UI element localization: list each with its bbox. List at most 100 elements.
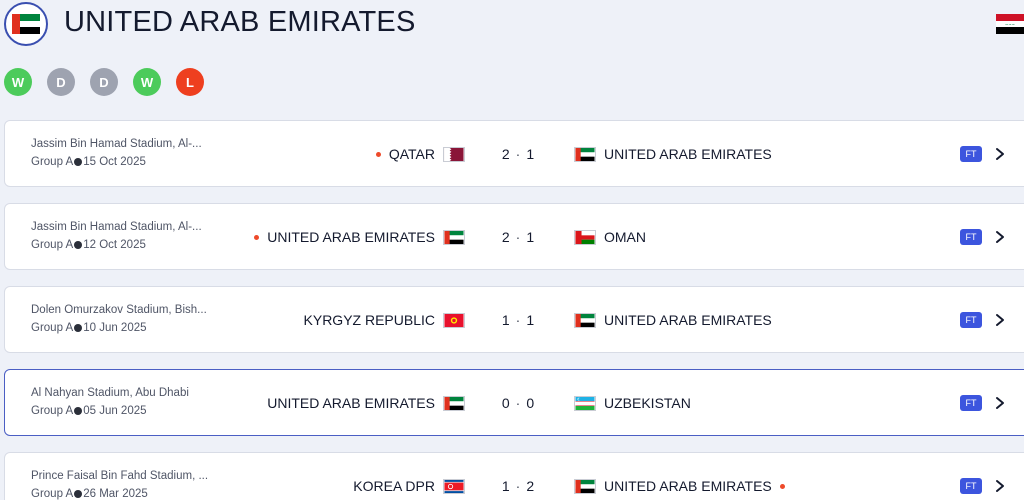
home-team-name: KOREA DPR [353, 478, 435, 494]
winner-dot-icon [779, 483, 785, 489]
separator-dot-icon [74, 157, 83, 166]
home-score: 1 [501, 478, 510, 494]
match-venue: Prince Faisal Bin Fahd Stadium, ... [31, 470, 209, 482]
separator-dot-icon [74, 406, 83, 415]
winner-dot-icon [254, 234, 260, 240]
away-team: UNITED ARAB EMIRATES [574, 144, 772, 164]
score-separator: · [515, 395, 521, 411]
match-meta: Group A 15 Oct 2025 [31, 156, 146, 168]
chevron-right-icon[interactable] [994, 313, 1006, 327]
match-score: 1 · 1 [483, 310, 553, 330]
home-score: 1 [501, 312, 510, 328]
match-score: 2 · 1 [483, 144, 553, 164]
chevron-right-icon[interactable] [994, 230, 1006, 244]
home-team: KOREA DPR [353, 476, 465, 496]
score-separator: · [515, 312, 521, 328]
chevron-right-icon[interactable] [994, 147, 1006, 161]
form-result-w[interactable]: W [133, 68, 161, 96]
match-row[interactable]: Al Nahyan Stadium, Abu Dhabi Group A 05 Ju… [4, 369, 1024, 436]
match-date: 15 Oct 2025 [83, 156, 146, 168]
recent-form: WDDWL [4, 68, 204, 96]
team-badge[interactable] [4, 2, 48, 46]
uae-flag-icon [12, 14, 40, 34]
home-score: 2 [501, 146, 510, 162]
match-venue: Al Nahyan Stadium, Abu Dhabi [31, 387, 189, 399]
home-team: QATAR [375, 144, 465, 164]
separator-dot-icon [74, 323, 83, 332]
score-separator: · [515, 146, 521, 162]
status-badge: FT [960, 229, 982, 245]
away-team: UNITED ARAB EMIRATES [574, 476, 785, 496]
oman-flag-icon [574, 229, 596, 245]
match-date: 12 Oct 2025 [83, 239, 146, 251]
away-team-name: UNITED ARAB EMIRATES [604, 478, 772, 494]
match-venue: Jassim Bin Hamad Stadium, Al-... [31, 138, 202, 150]
match-meta: Group A 26 Mar 2025 [31, 488, 148, 500]
away-team-name: UNITED ARAB EMIRATES [604, 146, 772, 162]
uzbekistan-flag-icon [574, 395, 596, 411]
home-score: 0 [501, 395, 510, 411]
status-badge: FT [960, 146, 982, 162]
svg-text:~~~: ~~~ [1005, 22, 1015, 27]
separator-dot-icon [74, 240, 83, 249]
form-result-l[interactable]: L [176, 68, 204, 96]
match-row[interactable]: Prince Faisal Bin Fahd Stadium, ... Group… [4, 452, 1024, 500]
separator-dot-icon [74, 489, 83, 498]
form-result-d[interactable]: D [90, 68, 118, 96]
match-date: 10 Jun 2025 [83, 322, 147, 334]
match-row[interactable]: Dolen Omurzakov Stadium, Bish... Group A 1… [4, 286, 1024, 353]
match-group: Group A [31, 405, 74, 417]
match-group: Group A [31, 488, 74, 500]
home-team: UNITED ARAB EMIRATES [254, 227, 465, 247]
chevron-right-icon[interactable] [994, 479, 1006, 493]
match-row[interactable]: Jassim Bin Hamad Stadium, Al-... Group A 1… [4, 203, 1024, 270]
score-separator: · [515, 229, 521, 245]
match-meta: Group A 12 Oct 2025 [31, 239, 146, 251]
team-header: UNITED ARAB EMIRATES ~~~ [0, 0, 1024, 60]
status-badge: FT [960, 478, 982, 494]
home-team: UNITED ARAB EMIRATES [267, 393, 465, 413]
away-score: 1 [526, 146, 535, 162]
winner-dot-icon [375, 151, 381, 157]
kyrgyz-flag-icon [443, 312, 465, 328]
away-score: 1 [526, 229, 535, 245]
match-meta: Group A 05 Jun 2025 [31, 405, 147, 417]
iraq-flag-icon[interactable]: ~~~ [996, 14, 1024, 39]
form-result-d[interactable]: D [47, 68, 75, 96]
status-badge: FT [960, 312, 982, 328]
home-team-name: QATAR [388, 146, 435, 162]
home-team-name: UNITED ARAB EMIRATES [267, 229, 435, 245]
match-score: 1 · 2 [483, 476, 553, 496]
chevron-right-icon[interactable] [994, 396, 1006, 410]
away-score: 2 [526, 478, 535, 494]
match-group: Group A [31, 322, 74, 334]
page-title: UNITED ARAB EMIRATES [64, 6, 416, 38]
match-date: 05 Jun 2025 [83, 405, 147, 417]
uae-flag-icon [443, 229, 465, 245]
form-result-w[interactable]: W [4, 68, 32, 96]
away-score: 0 [526, 395, 535, 411]
korea-dpr-flag-icon [443, 478, 465, 494]
home-team-name: UNITED ARAB EMIRATES [267, 395, 435, 411]
match-score: 2 · 1 [483, 227, 553, 247]
match-group: Group A [31, 239, 74, 251]
away-team: UNITED ARAB EMIRATES [574, 310, 772, 330]
home-team: KYRGYZ REPUBLIC [304, 310, 465, 330]
uae-flag-icon [574, 146, 596, 162]
match-venue: Jassim Bin Hamad Stadium, Al-... [31, 221, 202, 233]
qatar-flag-icon [443, 146, 465, 162]
uae-flag-icon [574, 478, 596, 494]
match-row[interactable]: Jassim Bin Hamad Stadium, Al-... Group A 1… [4, 120, 1024, 187]
match-date: 26 Mar 2025 [83, 488, 148, 500]
away-team: OMAN [574, 227, 646, 247]
away-team-name: OMAN [604, 229, 646, 245]
away-team: UZBEKISTAN [574, 393, 691, 413]
away-team-name: UZBEKISTAN [604, 395, 691, 411]
uae-flag-icon [443, 395, 465, 411]
home-score: 2 [501, 229, 510, 245]
match-score: 0 · 0 [483, 393, 553, 413]
match-meta: Group A 10 Jun 2025 [31, 322, 147, 334]
home-team-name: KYRGYZ REPUBLIC [303, 312, 435, 328]
uae-flag-icon [574, 312, 596, 328]
away-score: 1 [526, 312, 535, 328]
